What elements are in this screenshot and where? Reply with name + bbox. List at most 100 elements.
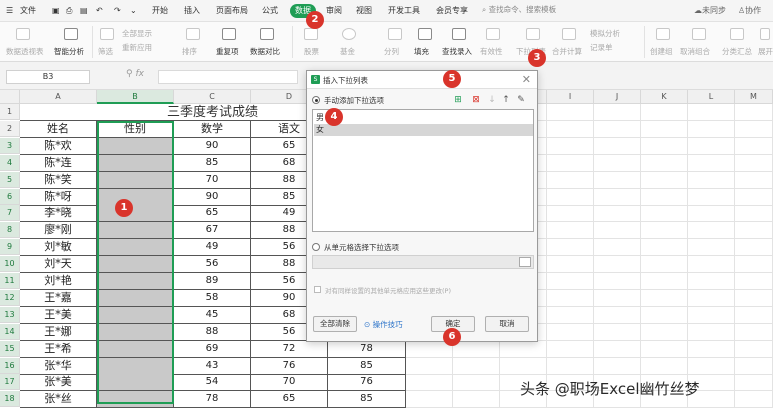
header-cell[interactable]: 数学 — [174, 120, 251, 138]
empty-cell[interactable] — [406, 374, 453, 392]
row-header[interactable]: 13 — [0, 306, 20, 323]
manual-option-radio[interactable] — [312, 96, 320, 104]
gender-cell[interactable] — [97, 289, 174, 307]
empty-cell[interactable] — [547, 306, 594, 324]
empty-cell[interactable] — [594, 340, 641, 358]
expand-button[interactable]: 展开 — [758, 46, 773, 57]
empty-cell[interactable] — [594, 137, 641, 155]
score-cell[interactable]: 72 — [251, 340, 328, 358]
delete-item-icon[interactable]: ⊠ — [471, 95, 481, 105]
empty-cell[interactable] — [594, 154, 641, 172]
empty-cell[interactable] — [641, 104, 688, 121]
empty-cell[interactable] — [641, 222, 688, 240]
empty-cell[interactable] — [453, 374, 500, 392]
empty-cell[interactable] — [641, 273, 688, 290]
gender-cell[interactable] — [97, 357, 174, 375]
score-cell[interactable]: 67 — [174, 222, 251, 240]
gender-cell[interactable] — [97, 273, 174, 290]
score-cell[interactable]: 70 — [174, 171, 251, 189]
row-header[interactable]: 1 — [0, 104, 20, 120]
duplicates-button[interactable]: 重复项 — [216, 46, 239, 57]
empty-cell[interactable] — [547, 357, 594, 375]
sort-button[interactable]: 排序 — [182, 46, 197, 57]
row-header[interactable]: 11 — [0, 273, 20, 289]
column-header-k[interactable]: K — [641, 90, 688, 104]
row-header[interactable]: 15 — [0, 340, 20, 357]
empty-cell[interactable] — [641, 120, 688, 138]
empty-cell[interactable] — [641, 239, 688, 257]
empty-cell[interactable] — [547, 289, 594, 307]
score-cell[interactable]: 49 — [174, 239, 251, 257]
range-picker-icon[interactable] — [519, 257, 531, 267]
name-cell[interactable]: 陈*连 — [20, 154, 97, 172]
gender-cell[interactable] — [97, 391, 174, 409]
empty-cell[interactable] — [688, 306, 735, 324]
header-cell[interactable]: 性别 — [97, 120, 174, 138]
name-cell[interactable]: 王*美 — [20, 306, 97, 324]
name-cell[interactable]: 王*嘉 — [20, 289, 97, 307]
empty-cell[interactable] — [641, 171, 688, 189]
name-cell[interactable]: 王*娜 — [20, 323, 97, 341]
empty-cell[interactable] — [406, 391, 453, 409]
empty-cell[interactable] — [735, 357, 773, 375]
smart-analysis-button[interactable]: 智能分析 — [54, 46, 84, 57]
empty-cell[interactable] — [547, 104, 594, 121]
empty-cell[interactable] — [547, 137, 594, 155]
empty-cell[interactable] — [735, 374, 773, 392]
empty-cell[interactable] — [594, 222, 641, 240]
tab-review[interactable]: 审阅 — [326, 4, 342, 18]
score-cell[interactable]: 90 — [174, 137, 251, 155]
list-item[interactable]: 女 — [314, 124, 533, 136]
empty-cell[interactable] — [688, 239, 735, 257]
score-cell[interactable]: 58 — [174, 289, 251, 307]
score-cell[interactable]: 45 — [174, 306, 251, 324]
row-header[interactable]: 5 — [0, 171, 20, 188]
empty-cell[interactable] — [594, 120, 641, 138]
gender-cell[interactable] — [97, 222, 174, 240]
row-header[interactable]: 10 — [0, 256, 20, 273]
close-icon[interactable]: ✕ — [522, 73, 531, 86]
name-cell[interactable]: 陈*呀 — [20, 188, 97, 206]
empty-cell[interactable] — [547, 340, 594, 358]
empty-cell[interactable] — [688, 256, 735, 274]
empty-cell[interactable] — [641, 256, 688, 274]
empty-cell[interactable] — [688, 357, 735, 375]
empty-cell[interactable] — [547, 222, 594, 240]
fill-button[interactable]: 填充 — [414, 46, 429, 57]
empty-cell[interactable] — [688, 154, 735, 172]
row-header[interactable]: 12 — [0, 289, 20, 306]
row-header[interactable]: 2 — [0, 120, 20, 137]
row-header[interactable]: 16 — [0, 357, 20, 374]
empty-cell[interactable] — [500, 340, 547, 358]
select-all-corner[interactable] — [0, 90, 20, 104]
sync-status[interactable]: ☁未同步 — [694, 4, 726, 18]
empty-cell[interactable] — [594, 273, 641, 290]
empty-cell[interactable] — [688, 137, 735, 155]
row-header[interactable]: 18 — [0, 391, 20, 408]
empty-cell[interactable] — [688, 289, 735, 307]
empty-cell[interactable] — [735, 289, 773, 307]
empty-cell[interactable] — [641, 154, 688, 172]
command-search[interactable]: ⌕ 查找命令、搜索模板 — [482, 4, 556, 15]
empty-cell[interactable] — [547, 256, 594, 274]
empty-cell[interactable] — [641, 306, 688, 324]
empty-cell[interactable] — [594, 323, 641, 341]
row-header[interactable]: 4 — [0, 154, 20, 171]
reapply-button[interactable]: 重新应用 — [122, 42, 152, 53]
column-header-j[interactable]: J — [594, 90, 641, 104]
score-cell[interactable]: 78 — [174, 391, 251, 409]
empty-cell[interactable] — [547, 154, 594, 172]
row-header[interactable]: 9 — [0, 239, 20, 256]
empty-cell[interactable] — [735, 222, 773, 240]
header-cell[interactable]: 姓名 — [20, 120, 97, 138]
empty-cell[interactable] — [641, 340, 688, 358]
empty-cell[interactable] — [735, 120, 773, 138]
empty-cell[interactable] — [688, 104, 735, 121]
empty-cell[interactable] — [735, 256, 773, 274]
empty-cell[interactable] — [735, 239, 773, 257]
save-icon[interactable]: ▣ — [52, 4, 60, 18]
empty-cell[interactable] — [641, 205, 688, 223]
name-box[interactable]: B3 — [6, 70, 90, 84]
score-cell[interactable]: 70 — [251, 374, 328, 392]
gender-cell[interactable] — [97, 137, 174, 155]
